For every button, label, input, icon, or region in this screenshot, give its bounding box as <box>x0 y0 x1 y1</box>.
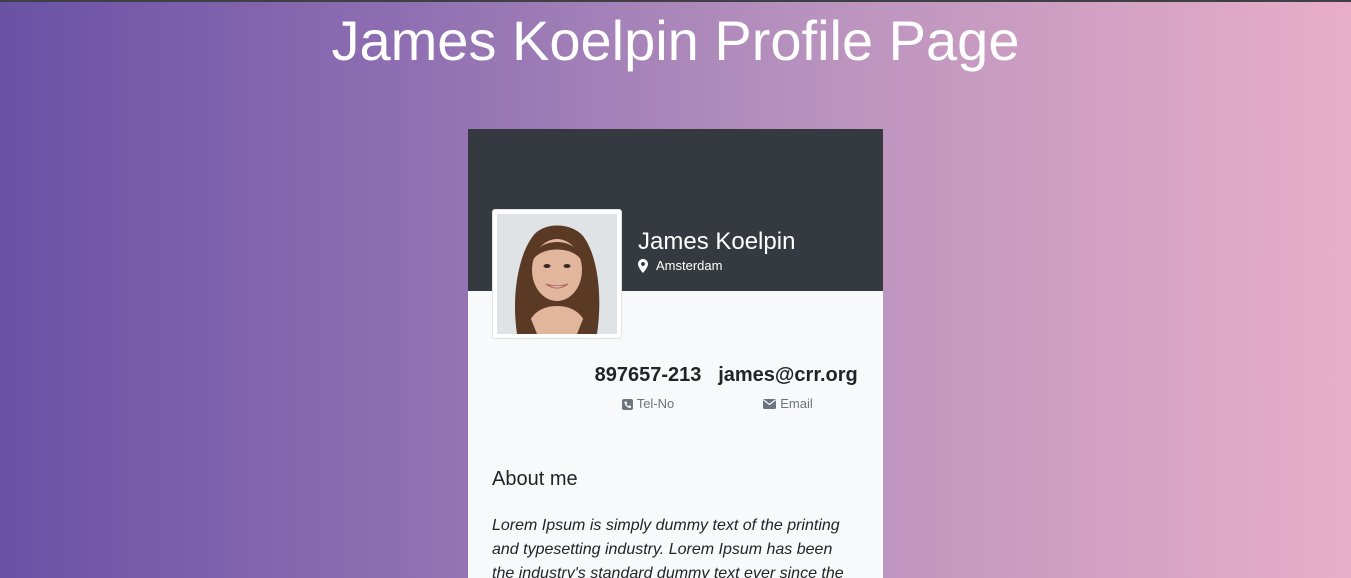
email-value: james@crr.org <box>718 364 858 386</box>
top-border <box>0 0 1351 2</box>
phone-label: Tel-No <box>621 396 675 412</box>
avatar-photo <box>497 214 617 334</box>
page-title: James Koelpin Profile Page <box>331 9 1020 72</box>
phone-stat: 897657-213 Tel-No <box>588 363 708 415</box>
phone-icon <box>621 398 633 410</box>
about-title: About me <box>492 468 578 490</box>
phone-value: 897657-213 <box>594 364 702 386</box>
envelope-icon <box>763 399 777 409</box>
profile-name: James Koelpin <box>638 228 796 255</box>
avatar <box>492 209 622 339</box>
phone-label-text: Tel-No <box>636 396 675 411</box>
profile-card: James Koelpin Amsterdam 897657-213 Tel-N… <box>468 129 883 578</box>
map-marker-icon <box>638 259 648 273</box>
email-label-text: Email <box>780 396 813 411</box>
profile-location: Amsterdam <box>638 258 722 274</box>
location-label: Amsterdam <box>656 258 723 273</box>
email-stat: james@crr.org Email <box>713 363 863 414</box>
about-text: Lorem Ipsum is simply dummy text of the … <box>492 517 844 578</box>
email-label: Email <box>763 396 813 412</box>
